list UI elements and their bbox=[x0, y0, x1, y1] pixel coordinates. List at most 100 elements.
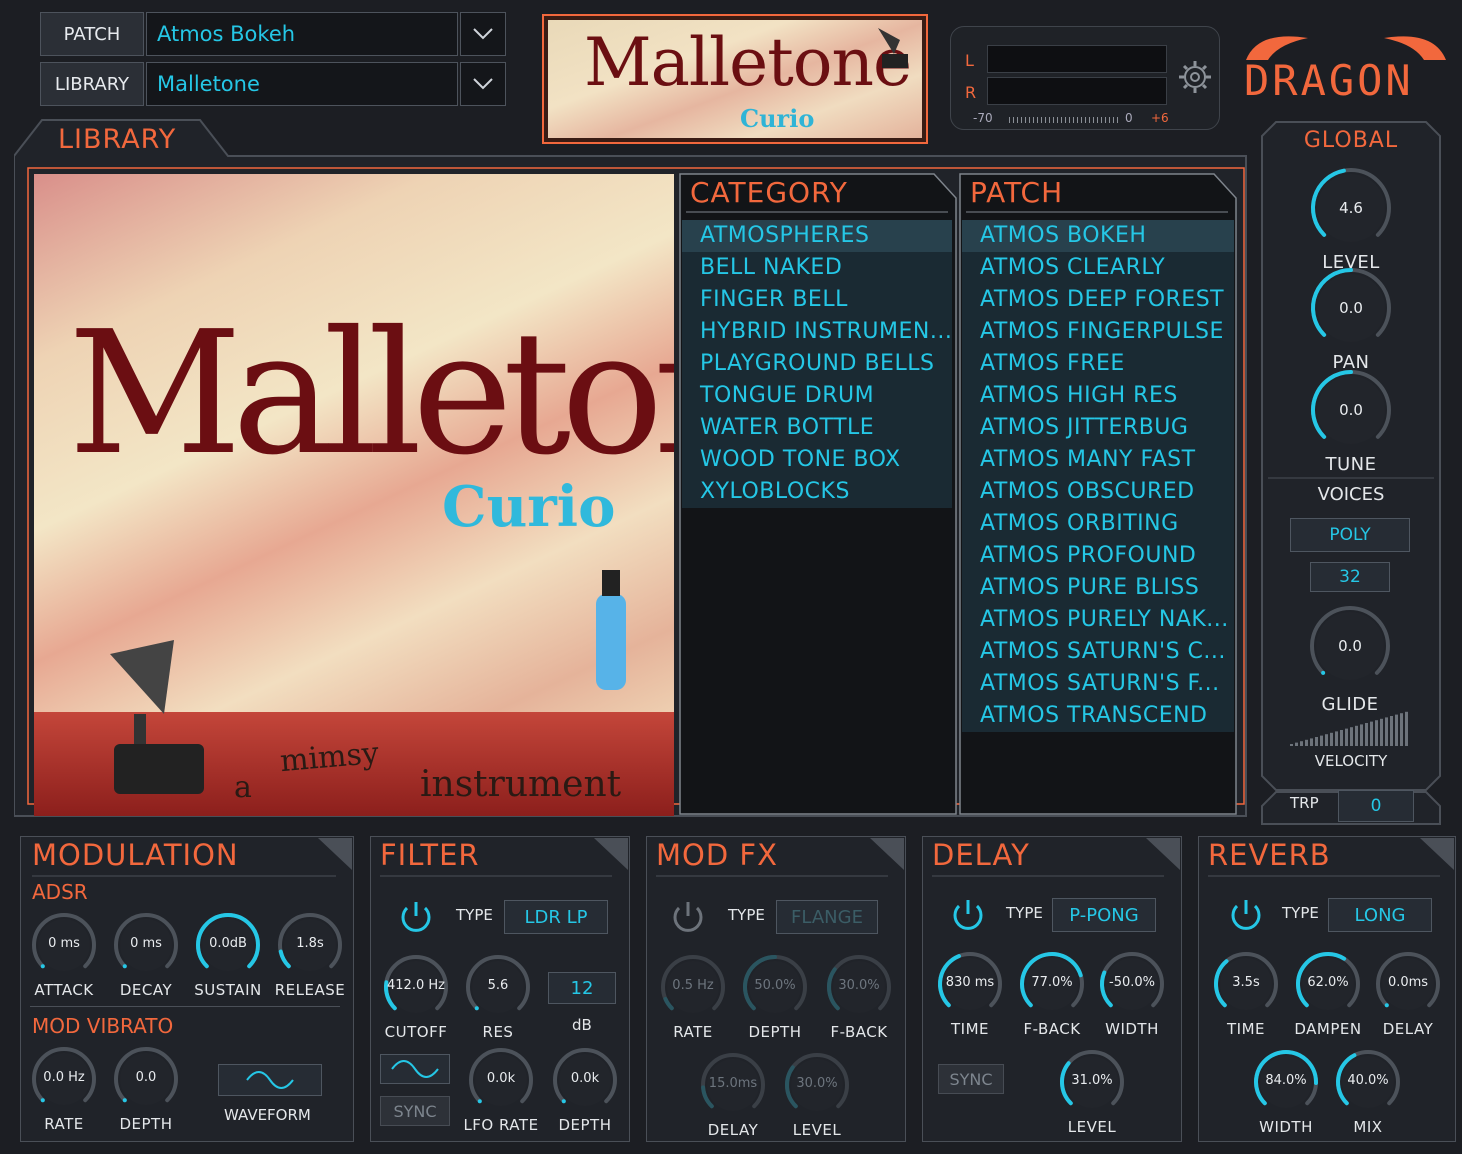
panel-corner bbox=[1146, 838, 1180, 870]
cutoff-value: 412.0 Hz bbox=[387, 978, 445, 993]
reverb-mix-label: MIX bbox=[1353, 1118, 1383, 1136]
velocity-bar bbox=[1330, 732, 1333, 746]
filter-db-label: dB bbox=[572, 1016, 592, 1034]
filter-lfo-waveform-button[interactable] bbox=[380, 1054, 450, 1084]
vibrato-waveform-button[interactable] bbox=[218, 1064, 322, 1096]
velocity-bar bbox=[1300, 741, 1303, 746]
reverb-width-value: 84.0% bbox=[1265, 1073, 1307, 1088]
trp-field[interactable]: 0 bbox=[1338, 790, 1414, 822]
resonance-label: RES bbox=[482, 1023, 514, 1041]
velocity-bar bbox=[1335, 731, 1338, 746]
delay-level-value: 31.0% bbox=[1071, 1073, 1113, 1088]
delay-sync-button[interactable]: SYNC bbox=[938, 1064, 1004, 1094]
glide-value: 0.0 bbox=[1338, 637, 1362, 655]
reverb-title: REVERB bbox=[1208, 838, 1331, 872]
adsr-heading: ADSR bbox=[32, 880, 88, 904]
velocity-bar bbox=[1375, 720, 1378, 746]
mod-vibrato-heading: MOD VIBRATO bbox=[32, 1014, 174, 1038]
voices-count-field[interactable]: 32 bbox=[1310, 562, 1390, 592]
delay-width-label: WIDTH bbox=[1105, 1020, 1159, 1038]
modfx-delay-value: 15.0ms bbox=[708, 1076, 758, 1091]
velocity-bar bbox=[1290, 744, 1293, 746]
velocity-bar bbox=[1345, 728, 1348, 746]
velocity-bar bbox=[1400, 713, 1403, 746]
sine-wave-icon bbox=[246, 1071, 294, 1089]
pan-value: 0.0 bbox=[1339, 299, 1363, 317]
sine-wave-icon bbox=[391, 1060, 439, 1078]
power-toggle-icon[interactable] bbox=[950, 896, 986, 932]
modfx-level-value: 30.0% bbox=[796, 1076, 838, 1091]
decay-value: 0 ms bbox=[130, 936, 162, 951]
velocity-bar bbox=[1305, 739, 1308, 746]
velocity-bar bbox=[1385, 717, 1388, 746]
mod-divider bbox=[30, 1006, 340, 1007]
power-toggle-icon[interactable] bbox=[670, 898, 706, 934]
modfx-fback-label: F-BACK bbox=[830, 1023, 888, 1041]
lfo-depth-value: 0.0k bbox=[570, 1071, 600, 1086]
reverb-type-label: TYPE bbox=[1282, 904, 1319, 922]
lfo-depth-label: DEPTH bbox=[558, 1116, 612, 1134]
release-value: 1.8s bbox=[296, 936, 324, 951]
velocity-bar bbox=[1310, 738, 1313, 746]
filter-type-select[interactable]: LDR LP bbox=[504, 900, 608, 934]
velocity-bar bbox=[1370, 721, 1373, 746]
reverb-delay-label: DELAY bbox=[1382, 1020, 1434, 1038]
delay-type-select[interactable]: P-PONG bbox=[1052, 898, 1156, 932]
reverb-mix-value: 40.0% bbox=[1347, 1073, 1389, 1088]
modfx-fback-value: 30.0% bbox=[838, 978, 880, 993]
voices-label: VOICES bbox=[1317, 484, 1385, 505]
trp-label: TRP bbox=[1290, 794, 1319, 812]
velocity-bar bbox=[1360, 724, 1363, 746]
modfx-rate-value: 0.5 Hz bbox=[672, 978, 714, 993]
tune-value: 0.0 bbox=[1339, 401, 1363, 419]
velocity-bar bbox=[1315, 737, 1318, 746]
level-value: 4.6 bbox=[1339, 199, 1363, 217]
panel-corner bbox=[1420, 838, 1454, 870]
reverb-dampen-value: 62.0% bbox=[1307, 975, 1349, 990]
panel-corner bbox=[870, 838, 904, 870]
delay-time-value: 830 ms bbox=[945, 975, 995, 990]
sustain-value: 0.0dB bbox=[209, 936, 247, 951]
velocity-bar bbox=[1395, 714, 1398, 746]
reverb-delay-value: 0.0ms bbox=[1387, 975, 1429, 990]
reverb-type-select[interactable]: LONG bbox=[1328, 898, 1432, 932]
lfo-rate-value: 0.0k bbox=[486, 1071, 516, 1086]
velocity-bar bbox=[1325, 734, 1328, 746]
filter-db-value[interactable]: 12 bbox=[548, 972, 616, 1004]
velocity-label: VELOCITY bbox=[1314, 752, 1388, 770]
filter-sync-button[interactable]: SYNC bbox=[380, 1096, 450, 1126]
delay-level-label: LEVEL bbox=[1067, 1118, 1117, 1136]
vibrato-depth-label: DEPTH bbox=[119, 1115, 173, 1133]
velocity-bar bbox=[1365, 723, 1368, 746]
delay-fback-value: 77.0% bbox=[1031, 975, 1073, 990]
velocity-bar bbox=[1380, 718, 1383, 746]
filter-title: FILTER bbox=[380, 838, 480, 872]
voices-mode-select[interactable]: POLY bbox=[1290, 518, 1410, 552]
velocity-bar bbox=[1295, 742, 1298, 746]
glide-label: GLIDE bbox=[1321, 694, 1379, 715]
modfx-type-select[interactable]: FLANGE bbox=[776, 900, 878, 934]
resonance-value: 5.6 bbox=[487, 978, 509, 993]
delay-type-label: TYPE bbox=[1006, 904, 1043, 922]
modulation-title: MODULATION bbox=[32, 838, 239, 872]
power-toggle-icon[interactable] bbox=[1228, 896, 1264, 932]
reverb-time-value: 3.5s bbox=[1232, 975, 1260, 990]
modfx-title: MOD FX bbox=[656, 838, 778, 872]
panel-corner bbox=[594, 838, 628, 870]
velocity-bar bbox=[1320, 735, 1323, 746]
modfx-depth-value: 50.0% bbox=[754, 978, 796, 993]
vibrato-waveform-label: WAVEFORM bbox=[224, 1106, 311, 1124]
attack-value: 0 ms bbox=[48, 936, 80, 951]
panel-corner bbox=[318, 838, 352, 870]
modfx-type-label: TYPE bbox=[728, 906, 765, 924]
filter-type-label: TYPE bbox=[456, 906, 493, 924]
velocity-bar bbox=[1340, 730, 1343, 746]
power-toggle-icon[interactable] bbox=[398, 898, 434, 934]
velocity-bar bbox=[1390, 716, 1393, 746]
velocity-bar bbox=[1355, 725, 1358, 746]
delay-width-value: -50.0% bbox=[1109, 975, 1155, 990]
velocity-bar bbox=[1405, 711, 1408, 746]
velocity-bar bbox=[1350, 727, 1353, 746]
modfx-level-label: LEVEL bbox=[792, 1121, 842, 1139]
vibrato-depth-value: 0.0 bbox=[135, 1070, 157, 1085]
